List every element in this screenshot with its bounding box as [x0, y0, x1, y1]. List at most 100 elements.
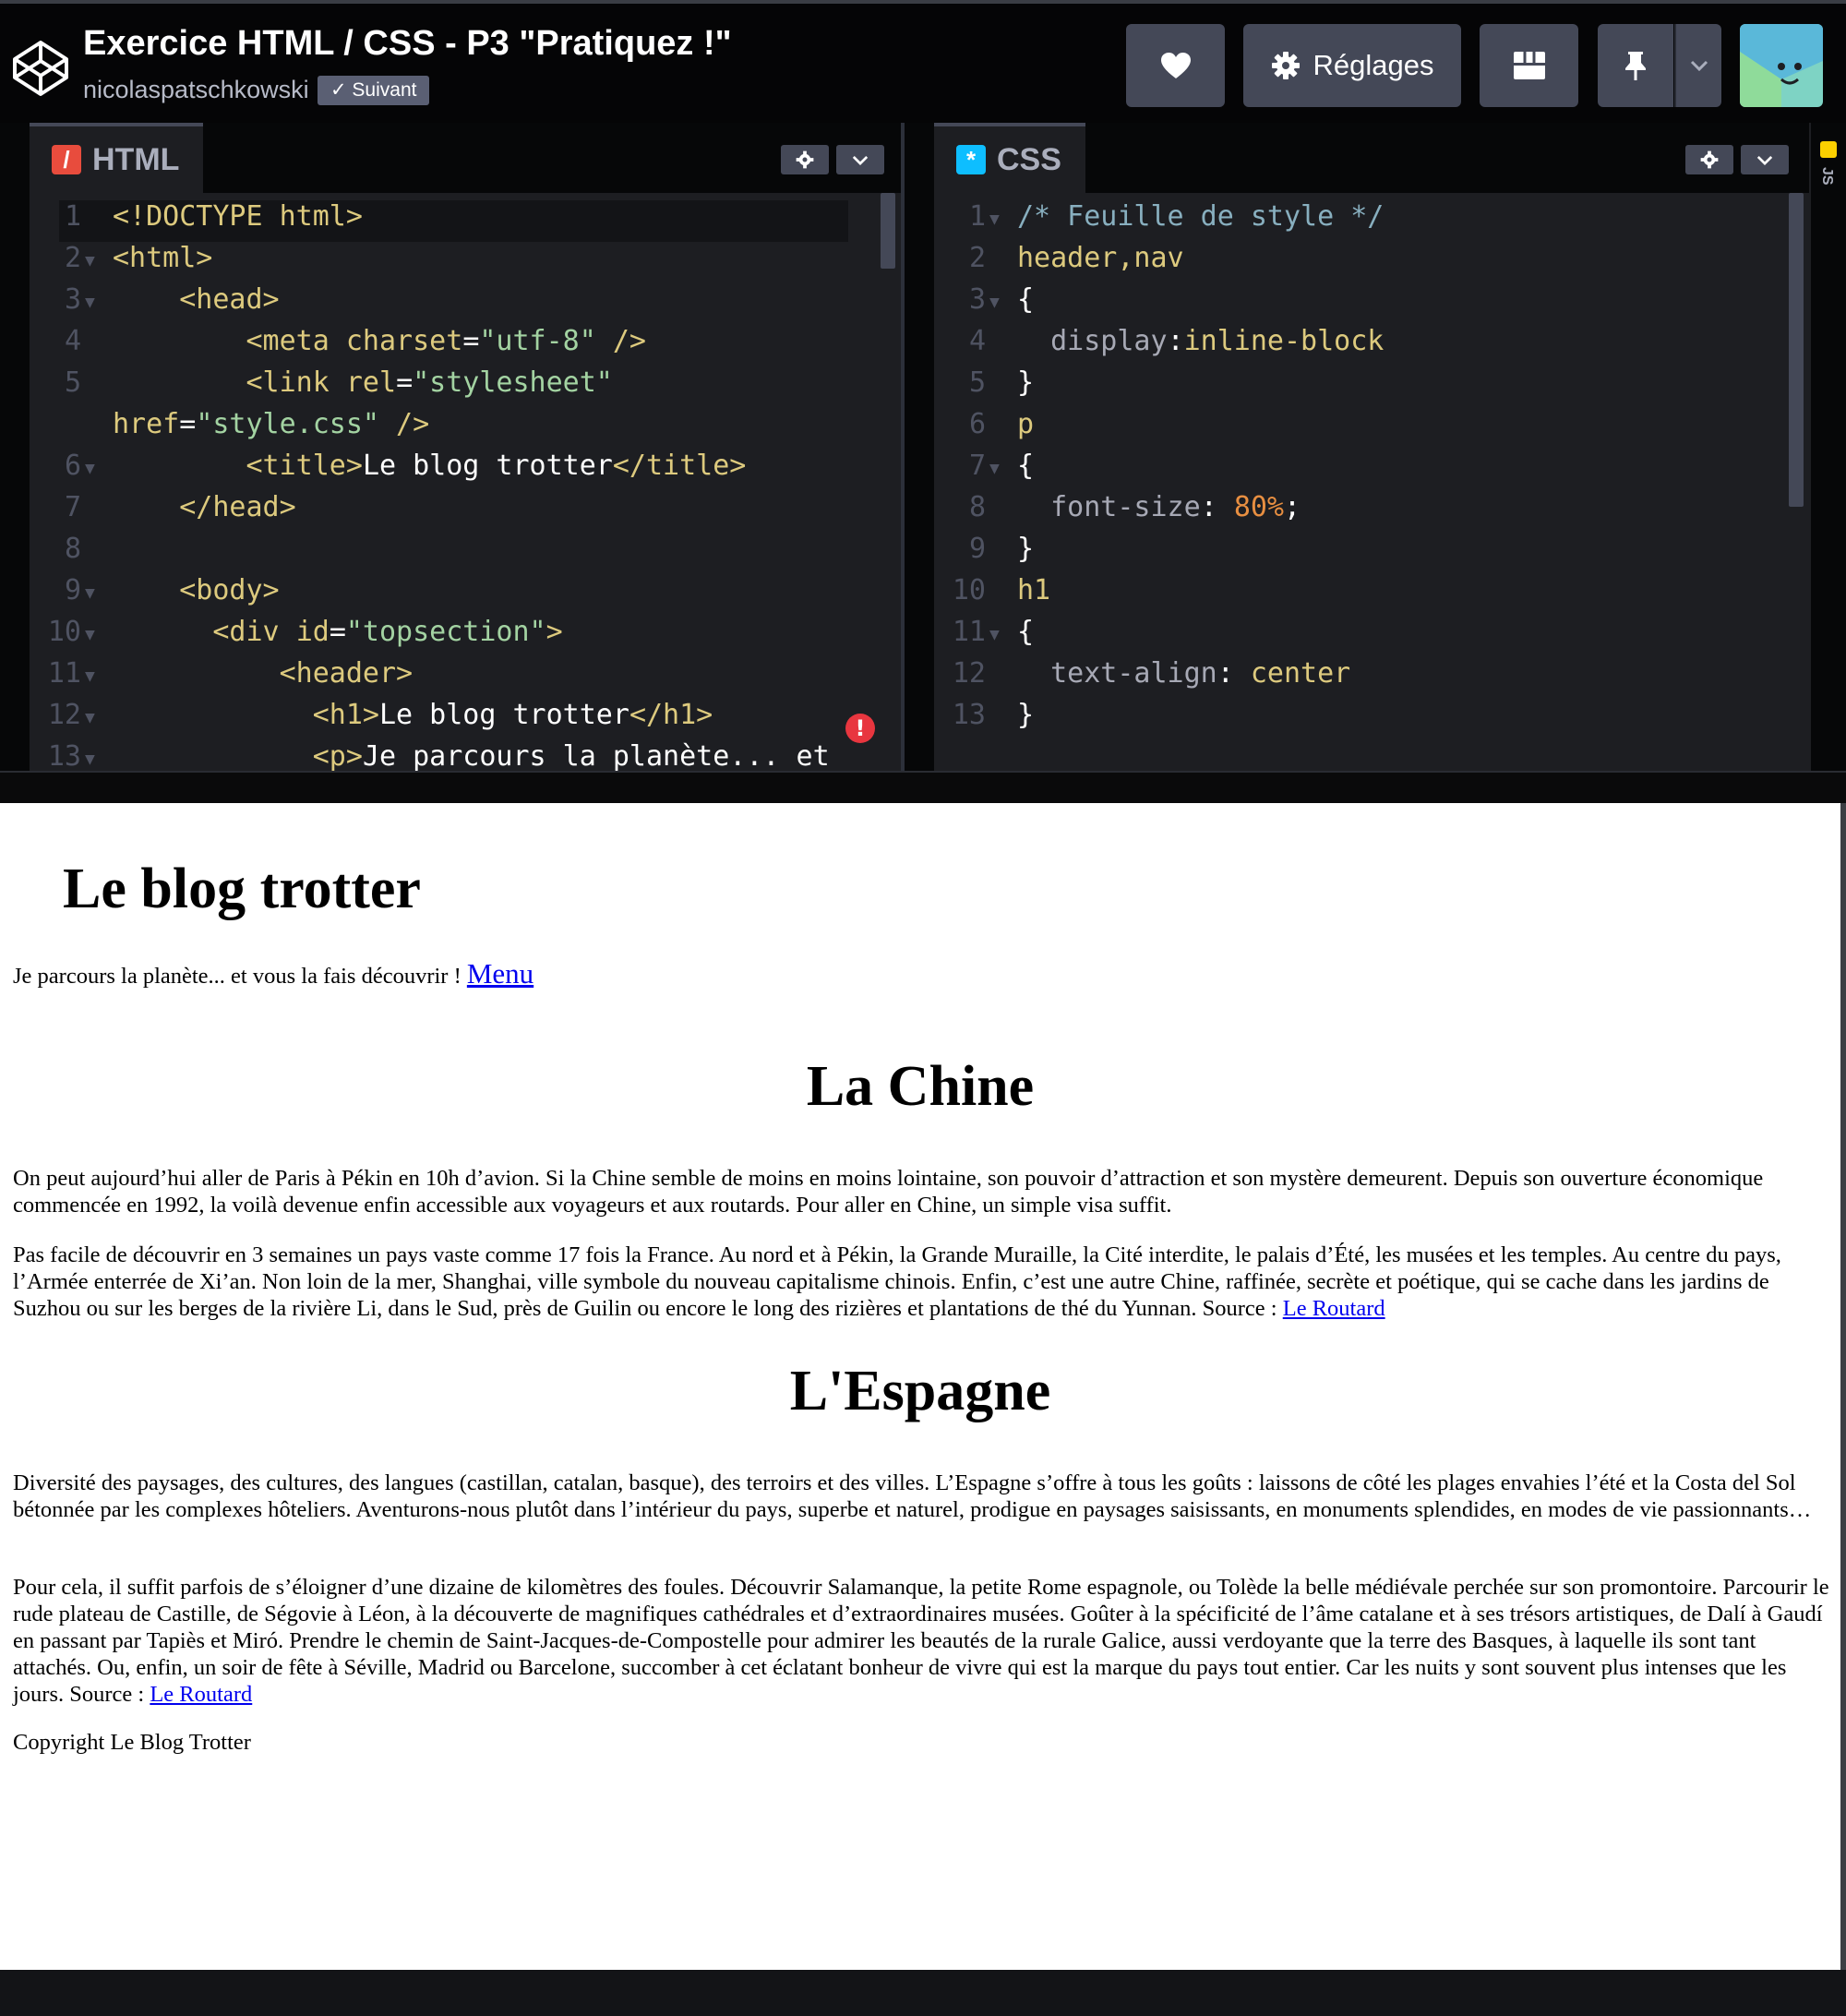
code-line[interactable]: 12 ▼ <h1>Le blog trotter</h1>: [30, 699, 901, 740]
code-line[interactable]: 10 h1: [934, 574, 1809, 616]
code-line[interactable]: 7 </head>: [30, 491, 901, 533]
code-token: }: [1017, 699, 1035, 731]
code-line[interactable]: 6p: [934, 408, 1809, 450]
css-code[interactable]: 1 ▼/* Feuille de style */2 header,nav 3 ▼{4 …: [934, 193, 1809, 771]
fold-arrow-icon[interactable]: ▼: [989, 459, 1000, 478]
user-avatar[interactable]: [1740, 24, 1823, 107]
code-line[interactable]: 9 ▼ <body>: [30, 574, 901, 616]
pen-title[interactable]: Exercice HTML / CSS - P3 "Pratiquez !": [83, 24, 732, 64]
code-line[interactable]: 3 ▼ {: [934, 283, 1809, 325]
pen-author[interactable]: nicolaspatschkowski: [83, 76, 309, 104]
code-line[interactable]: 5}: [934, 366, 1809, 408]
tab-css-label: CSS: [997, 141, 1061, 177]
line-number: 7: [968, 450, 986, 482]
tab-css[interactable]: * CSS: [934, 123, 1085, 193]
love-button[interactable]: [1126, 24, 1225, 107]
html-scrollbar[interactable]: [881, 193, 895, 269]
code-line[interactable]: 9}: [934, 533, 1809, 574]
pin-button[interactable]: [1598, 24, 1673, 107]
code-line[interactable]: 13}: [934, 699, 1809, 740]
footer-bar: [0, 1970, 1846, 2016]
spain-heading: L'Espagne: [789, 1360, 1051, 1422]
code-token: 80%: [1233, 491, 1284, 523]
code-line[interactable]: 11 ▼ {: [934, 616, 1809, 657]
code-line[interactable]: 13 ▼ <p>Je parcours la planète... et: [30, 740, 901, 771]
code-token: id: [295, 616, 330, 648]
line-number: 8: [64, 533, 81, 565]
code-line[interactable]: href="style.css" />: [30, 408, 901, 450]
fold-arrow-icon[interactable]: ▼: [989, 293, 1000, 312]
code-line[interactable]: 4 <meta charset="utf-8" />: [30, 325, 901, 366]
pin-dropdown-button[interactable]: [1674, 24, 1721, 107]
settings-button[interactable]: Réglages: [1243, 24, 1461, 107]
js-editor-collapsed[interactable]: JS: [1811, 123, 1846, 771]
code-line[interactable]: 2 ▼ <html>: [30, 242, 901, 283]
code-line[interactable]: 12 text-align: center: [934, 657, 1809, 699]
spain-source-link[interactable]: Le Routard: [150, 1682, 252, 1707]
html-settings-button[interactable]: [781, 145, 829, 174]
fold-arrow-icon[interactable]: ▼: [85, 625, 95, 644]
fold-arrow-icon[interactable]: ▼: [989, 210, 1000, 229]
code-text: <div id="topsection">: [113, 616, 562, 648]
line-number: 9: [968, 533, 986, 565]
code-line[interactable]: 5 <link rel="stylesheet": [30, 366, 901, 408]
code-line[interactable]: 8: [30, 533, 901, 574]
fold-arrow-icon[interactable]: ▼: [85, 666, 95, 686]
code-text: display:inline-block: [1017, 325, 1384, 357]
change-view-button[interactable]: [1480, 24, 1578, 107]
code-token: />: [379, 408, 430, 440]
css-options-button[interactable]: [1741, 145, 1789, 174]
editor-area: / HTML 1 <!DOCTYPE html> 2 ▼ <html> 3 ▼ <head>…: [0, 123, 1846, 771]
follow-badge[interactable]: ✓ Suivant: [318, 76, 430, 105]
fold-arrow-icon[interactable]: ▼: [85, 293, 95, 312]
fold-arrow-icon[interactable]: ▼: [85, 251, 95, 270]
china-paragraph-2: Pas facile de découvrir en 3 semaines un…: [13, 1242, 1831, 1322]
china-source-link[interactable]: Le Routard: [1283, 1296, 1385, 1321]
error-icon[interactable]: !: [845, 714, 875, 743]
code-line[interactable]: 3 ▼ <head>: [30, 283, 901, 325]
code-line[interactable]: 4 display:inline-block: [934, 325, 1809, 366]
code-token: </head>: [179, 491, 296, 523]
fold-arrow-icon[interactable]: ▼: [85, 459, 95, 478]
code-line[interactable]: 7 ▼ {: [934, 450, 1809, 491]
tab-html-label: HTML: [92, 141, 180, 177]
code-line[interactable]: 8 font-size: 80%;: [934, 491, 1809, 533]
code-line[interactable]: 11 ▼ <header>: [30, 657, 901, 699]
code-token: center: [1250, 657, 1351, 690]
code-line[interactable]: 10 ▼ <div id="topsection">: [30, 616, 901, 657]
chevron-down-icon: [1756, 155, 1773, 165]
codepen-logo-icon[interactable]: [11, 39, 70, 98]
code-line[interactable]: 6 ▼ <title>Le blog trotter</title>: [30, 450, 901, 491]
css-settings-button[interactable]: [1685, 145, 1733, 174]
code-text: }: [1017, 533, 1034, 565]
html-code[interactable]: 1 <!DOCTYPE html> 2 ▼ <html> 3 ▼ <head> 4 <meta…: [30, 193, 901, 771]
fold-arrow-icon[interactable]: ▼: [989, 625, 1000, 644]
fold-arrow-icon[interactable]: ▼: [85, 708, 95, 727]
editor-resize-handle[interactable]: [0, 771, 1846, 803]
code-line[interactable]: 2 header,nav: [934, 242, 1809, 283]
js-icon: [1820, 141, 1837, 158]
code-token: "topsection": [345, 616, 546, 648]
gear-icon: [796, 150, 814, 169]
line-number: 5: [64, 366, 81, 399]
code-text: <body>: [113, 574, 279, 606]
code-text: <p>Je parcours la planète... et: [113, 740, 830, 771]
css-scrollbar[interactable]: [1789, 193, 1804, 507]
fold-arrow-icon[interactable]: ▼: [85, 583, 95, 603]
code-token: <header>: [279, 657, 414, 690]
code-line[interactable]: 1 ▼ /* Feuille de style */: [934, 200, 1809, 242]
html-options-button[interactable]: [836, 145, 884, 174]
code-text: <h1>Le blog trotter</h1>: [113, 699, 713, 731]
tab-html[interactable]: / HTML: [30, 123, 204, 193]
code-line[interactable]: 1 <!DOCTYPE html>: [30, 200, 901, 242]
code-token: href: [113, 408, 180, 440]
menu-link[interactable]: Menu: [467, 957, 533, 990]
fold-arrow-icon[interactable]: ▼: [85, 750, 95, 769]
